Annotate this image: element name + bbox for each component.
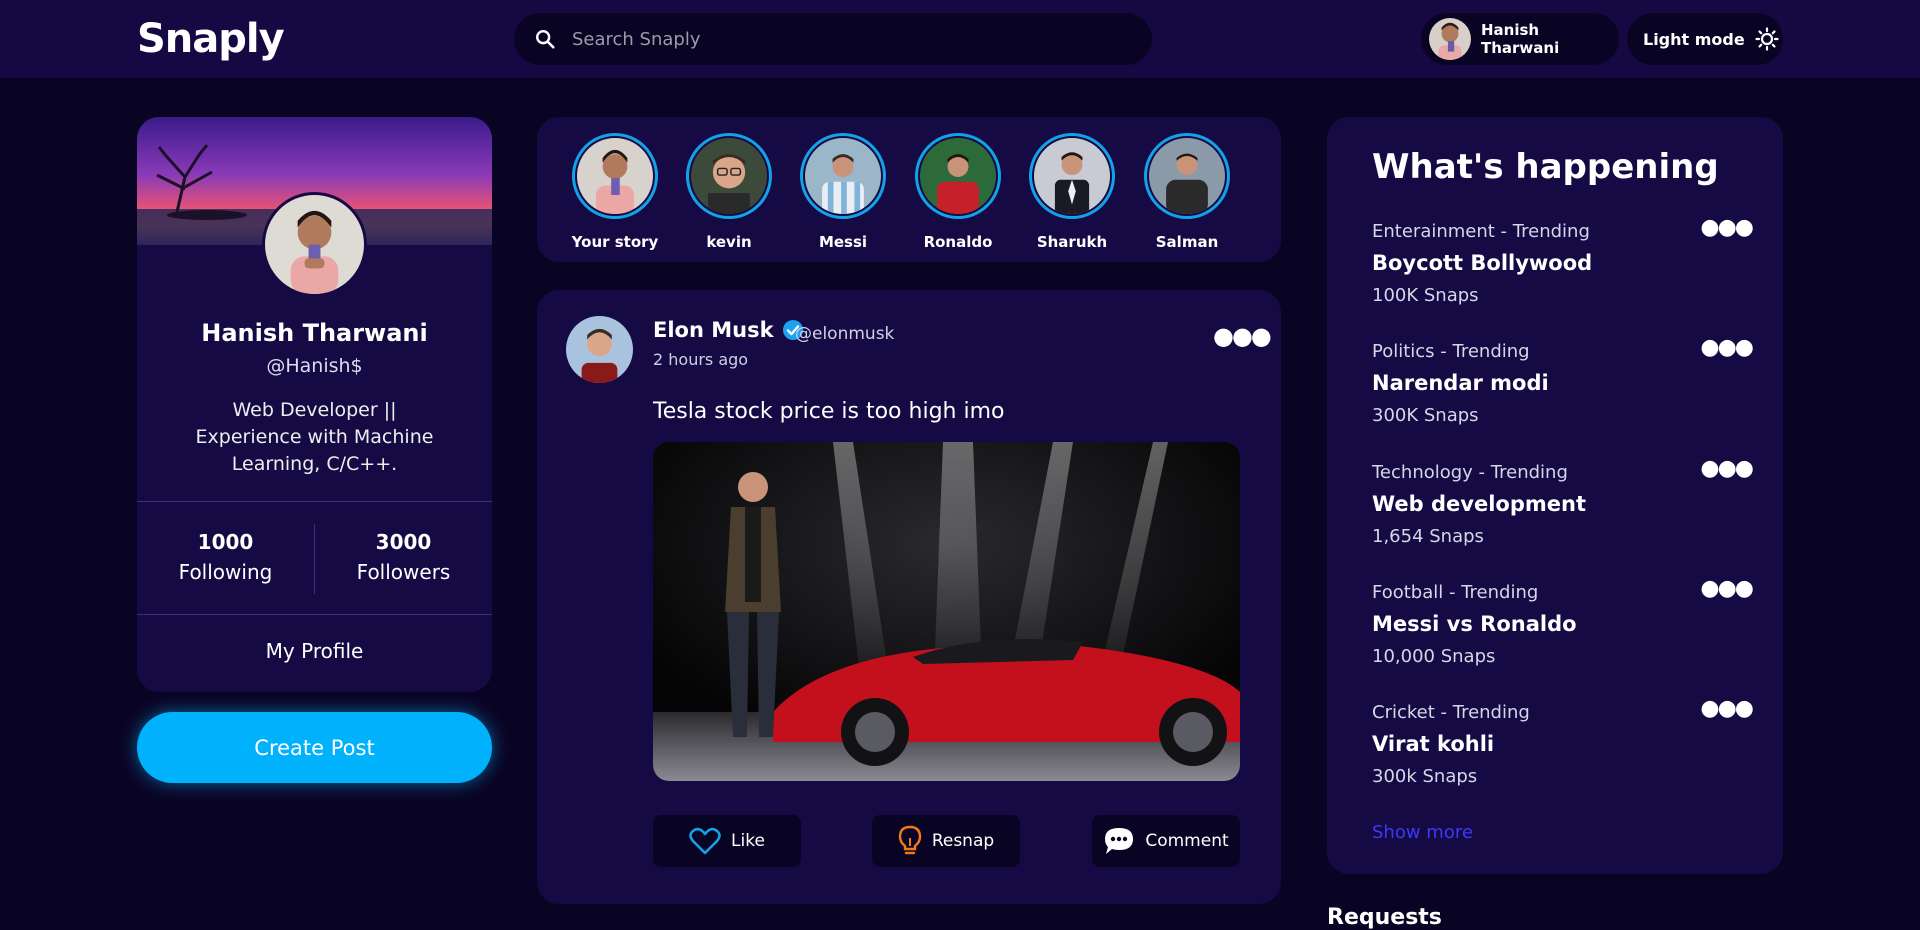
trend-topic: Messi vs Ronaldo (1372, 612, 1577, 636)
app-logo[interactable]: Snaply (137, 16, 285, 62)
trend-item[interactable]: Politics - Trending Narendar modi 300K S… (1372, 335, 1754, 426)
top-navbar: Snaply Hanish Tharwani Light mode (0, 0, 1920, 78)
requests-heading: Requests (1327, 905, 1442, 930)
comment-label: Comment (1145, 831, 1229, 851)
create-post-button[interactable]: Create Post (137, 712, 492, 783)
avatar (805, 138, 881, 214)
trend-more-options-icon[interactable]: ●●● (1700, 576, 1754, 601)
show-more-link[interactable]: Show more (1372, 822, 1473, 843)
trend-count: 10,000 Snaps (1372, 646, 1496, 667)
followers-stat[interactable]: 3000 Followers (315, 530, 492, 584)
trend-item[interactable]: Enterainment - Trending Boycott Bollywoo… (1372, 215, 1754, 306)
following-count: 1000 (197, 530, 254, 554)
my-profile-link[interactable]: My Profile (137, 639, 492, 663)
story-name: Ronaldo (923, 233, 993, 251)
post-card: Elon Musk @elonmusk 2 hours ago ●●● Tesl… (537, 290, 1281, 904)
story-your-story[interactable]: Your story (570, 133, 660, 251)
post-author-avatar[interactable] (566, 316, 633, 383)
post-image[interactable] (653, 442, 1240, 781)
nav-user-name: Hanish Tharwani (1481, 21, 1560, 57)
profile-bio: Web Developer || Experience with Machine… (195, 399, 434, 475)
resnap-label: Resnap (931, 831, 995, 851)
divider (137, 614, 492, 615)
like-button[interactable]: Like (653, 815, 801, 867)
following-label: Following (178, 560, 273, 584)
avatar (1429, 18, 1471, 60)
trend-count: 1,654 Snaps (1372, 526, 1484, 547)
profile-name: Hanish Tharwani (201, 319, 428, 347)
post-author-name: Elon Musk (653, 318, 774, 342)
trend-category: Politics - Trending (1372, 341, 1530, 362)
post-text: Tesla stock price is too high imo (653, 399, 1005, 424)
trend-more-options-icon[interactable]: ●●● (1700, 215, 1754, 240)
trend-item[interactable]: Technology - Trending Web development 1,… (1372, 456, 1754, 547)
trend-count: 100K Snaps (1372, 285, 1479, 306)
profile-avatar[interactable] (262, 192, 367, 297)
avatar (691, 138, 767, 214)
post-timestamp: 2 hours ago (653, 350, 749, 369)
avatar (920, 138, 996, 214)
post-author[interactable]: Elon Musk (653, 318, 804, 342)
story-name: kevin (706, 233, 752, 251)
heart-icon (689, 827, 721, 855)
following-stat[interactable]: 1000 Following (137, 530, 314, 584)
comment-bubble-icon (1105, 828, 1134, 854)
trend-count: 300k Snaps (1372, 766, 1478, 787)
light-mode-toggle[interactable]: Light mode (1627, 13, 1783, 65)
followers-label: Followers (356, 560, 451, 584)
trend-topic: Boycott Bollywood (1372, 251, 1593, 275)
lightbulb-icon (898, 825, 922, 855)
light-mode-label: Light mode (1643, 29, 1745, 49)
sun-icon (1755, 27, 1779, 51)
trend-item[interactable]: Football - Trending Messi vs Ronaldo 10,… (1372, 576, 1754, 667)
profile-card: Hanish Tharwani @Hanish$ Web Developer |… (137, 117, 492, 692)
trend-topic: Narendar modi (1372, 371, 1549, 395)
search-input[interactable] (572, 28, 1132, 50)
avatar (577, 138, 653, 214)
comment-button[interactable]: Comment (1092, 815, 1240, 867)
trend-category: Cricket - Trending (1372, 702, 1530, 723)
trending-panel: What's happening Enterainment - Trending… (1327, 117, 1783, 874)
followers-count: 3000 (375, 530, 432, 554)
trend-item[interactable]: Cricket - Trending Virat kohli 300k Snap… (1372, 696, 1754, 787)
trend-category: Enterainment - Trending (1372, 221, 1590, 242)
post-author-handle: @elonmusk (795, 324, 895, 344)
trending-title: What's happening (1372, 147, 1719, 187)
trend-more-options-icon[interactable]: ●●● (1700, 696, 1754, 721)
story-name: Messi (818, 233, 868, 251)
post-more-options-icon[interactable]: ●●● (1213, 322, 1272, 350)
story-name: Sharukh (1036, 233, 1108, 251)
trend-count: 300K Snaps (1372, 405, 1479, 426)
story-name: Your story (571, 233, 659, 251)
story-salman[interactable]: Salman (1142, 133, 1232, 251)
trend-topic: Web development (1372, 492, 1586, 516)
story-ronaldo[interactable]: Ronaldo (913, 133, 1003, 251)
story-kevin[interactable]: kevin (684, 133, 774, 251)
trend-more-options-icon[interactable]: ●●● (1700, 456, 1754, 481)
story-sharukh[interactable]: Sharukh (1027, 133, 1117, 251)
avatar (1034, 138, 1110, 214)
search-icon (536, 30, 555, 49)
user-chip[interactable]: Hanish Tharwani (1421, 13, 1619, 65)
trend-category: Football - Trending (1372, 582, 1539, 603)
story-messi[interactable]: Messi (798, 133, 888, 251)
trend-topic: Virat kohli (1372, 732, 1495, 756)
story-name: Salman (1155, 233, 1219, 251)
divider (137, 501, 492, 502)
trend-more-options-icon[interactable]: ●●● (1700, 335, 1754, 360)
profile-handle: @Hanish$ (266, 355, 363, 377)
like-label: Like (731, 831, 765, 851)
trend-category: Technology - Trending (1372, 462, 1568, 483)
avatar (1149, 138, 1225, 214)
resnap-button[interactable]: Resnap (872, 815, 1020, 867)
stories-bar: Your story kevin Messi Ronaldo Sharukh S… (537, 117, 1281, 262)
search-bar[interactable] (514, 13, 1152, 65)
